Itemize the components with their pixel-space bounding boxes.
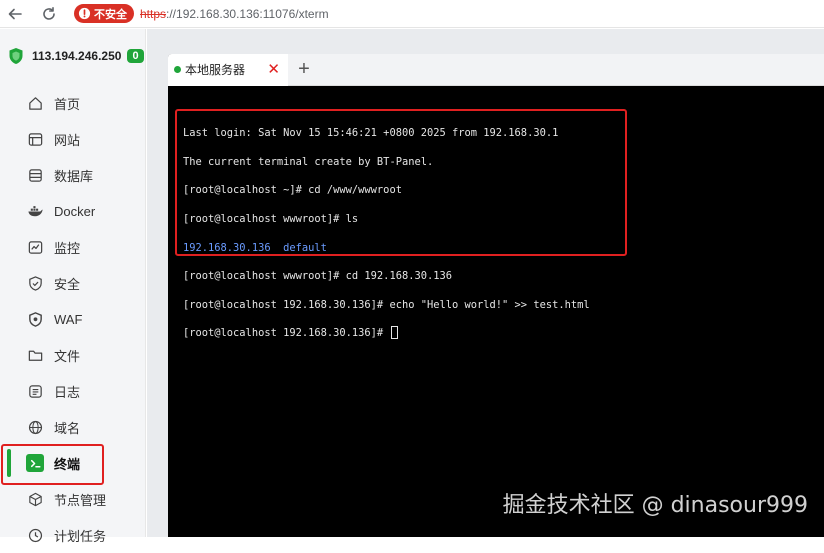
server-count-badge: 0 (127, 49, 144, 63)
sidebar-item-domain[interactable]: 域名 (0, 409, 146, 445)
terminal-line: The current terminal create by BT-Panel. (183, 155, 434, 168)
terminal-line: Last login: Sat Nov 15 15:46:21 +0800 20… (183, 127, 559, 140)
bt-panel-logo-icon (9, 48, 23, 64)
terminal-cursor (391, 326, 399, 340)
back-button[interactable] (4, 3, 26, 25)
add-tab-button[interactable]: + (288, 58, 320, 81)
sidebar-item-terminal[interactable]: 终端 (0, 445, 146, 481)
waf-icon (26, 310, 44, 328)
terminal-ls-output: 192.168.30.136 default (183, 241, 327, 254)
sidebar: 113.194.246.250 0 首页 网站 数据库 Docker 监控 安全… (0, 29, 146, 544)
sidebar-item-home[interactable]: 首页 (0, 85, 146, 121)
sidebar-item-label: 计划任务 (54, 528, 107, 544)
terminal-tab-strip: 本地服务器 ✕ + (168, 54, 824, 86)
not-secure-badge[interactable]: 不安全 (74, 4, 134, 23)
reload-button[interactable] (38, 3, 60, 25)
sidebar-item-waf[interactable]: WAF (0, 301, 146, 337)
sidebar-item-label: 日志 (54, 384, 81, 400)
sidebar-item-label: 终端 (54, 456, 81, 472)
monitor-icon (26, 238, 44, 256)
sidebar-item-label: 域名 (54, 420, 81, 436)
sidebar-item-label: 节点管理 (54, 492, 107, 508)
sidebar-item-website[interactable]: 网站 (0, 121, 146, 157)
sidebar-item-label: Docker (54, 203, 96, 219)
sidebar-item-schedule[interactable]: 计划任务 (0, 517, 146, 553)
folder-icon (26, 346, 44, 364)
terminal-prompt: [root@localhost 192.168.30.136]# (183, 327, 390, 340)
sidebar-item-database[interactable]: 数据库 (0, 157, 146, 193)
url-path: ://192.168.30.136:11076/xterm (166, 6, 329, 21)
node-cube-icon (26, 490, 44, 508)
terminal-line: [root@localhost wwwroot]# cd 192.168.30.… (183, 270, 452, 283)
watermark: 掘金技术社区 @ dinasour999 (502, 493, 808, 518)
sidebar-item-monitor[interactable]: 监控 (0, 229, 146, 265)
not-secure-label: 不安全 (94, 8, 127, 21)
terminal-window: 本地服务器 ✕ + Last login: Sat Nov 15 15:46:2… (168, 54, 824, 537)
terminal-icon (26, 454, 44, 472)
database-icon (26, 166, 44, 184)
website-icon (26, 130, 44, 148)
sidebar-item-logs[interactable]: 日志 (0, 373, 146, 409)
sidebar-item-security[interactable]: 安全 (0, 265, 146, 301)
sidebar-item-docker[interactable]: Docker (0, 193, 146, 229)
terminal-line: [root@localhost wwwroot]# ls (183, 213, 359, 226)
terminal-line: [root@localhost 192.168.30.136]# echo "H… (183, 298, 590, 311)
sidebar-item-label: 安全 (54, 276, 81, 292)
log-icon (26, 382, 44, 400)
tab-local-server[interactable]: 本地服务器 ✕ (168, 54, 288, 86)
sidebar-item-label: 监控 (54, 240, 81, 256)
server-info[interactable]: 113.194.246.250 0 (0, 29, 145, 83)
warning-icon (78, 7, 91, 20)
sidebar-item-label: 数据库 (54, 168, 94, 184)
sidebar-item-label: WAF (54, 311, 83, 327)
sidebar-item-node-management[interactable]: 节点管理 (0, 481, 146, 517)
sidebar-item-label: 文件 (54, 348, 81, 364)
terminal-prompt-line: [root@localhost 192.168.30.136]# (183, 326, 590, 340)
url-scheme: https (140, 6, 167, 21)
terminal-screen[interactable]: Last login: Sat Nov 15 15:46:21 +0800 20… (168, 86, 824, 537)
terminal-output: Last login: Sat Nov 15 15:46:21 +0800 20… (183, 112, 590, 369)
url-field[interactable]: https://192.168.30.136:11076/xterm (140, 7, 329, 21)
sidebar-item-files[interactable]: 文件 (0, 337, 146, 373)
sidebar-item-label: 首页 (54, 96, 81, 112)
arrow-left-icon (8, 8, 22, 19)
reload-icon (43, 6, 55, 20)
connected-status-dot (174, 66, 181, 73)
tab-label: 本地服务器 (185, 63, 246, 77)
docker-icon (26, 202, 44, 220)
home-icon (26, 94, 44, 112)
close-tab-icon[interactable]: ✕ (267, 62, 280, 77)
terminal-line: [root@localhost ~]# cd /www/wwwroot (183, 184, 402, 197)
main-content: 本地服务器 ✕ + Last login: Sat Nov 15 15:46:2… (147, 29, 824, 537)
schedule-icon (26, 526, 44, 544)
security-shield-icon (26, 274, 44, 292)
sidebar-item-label: 网站 (54, 132, 81, 148)
server-ip: 113.194.246.250 (32, 49, 122, 63)
globe-icon (26, 418, 44, 436)
browser-address-bar: 不安全 https://192.168.30.136:11076/xterm (0, 0, 824, 28)
